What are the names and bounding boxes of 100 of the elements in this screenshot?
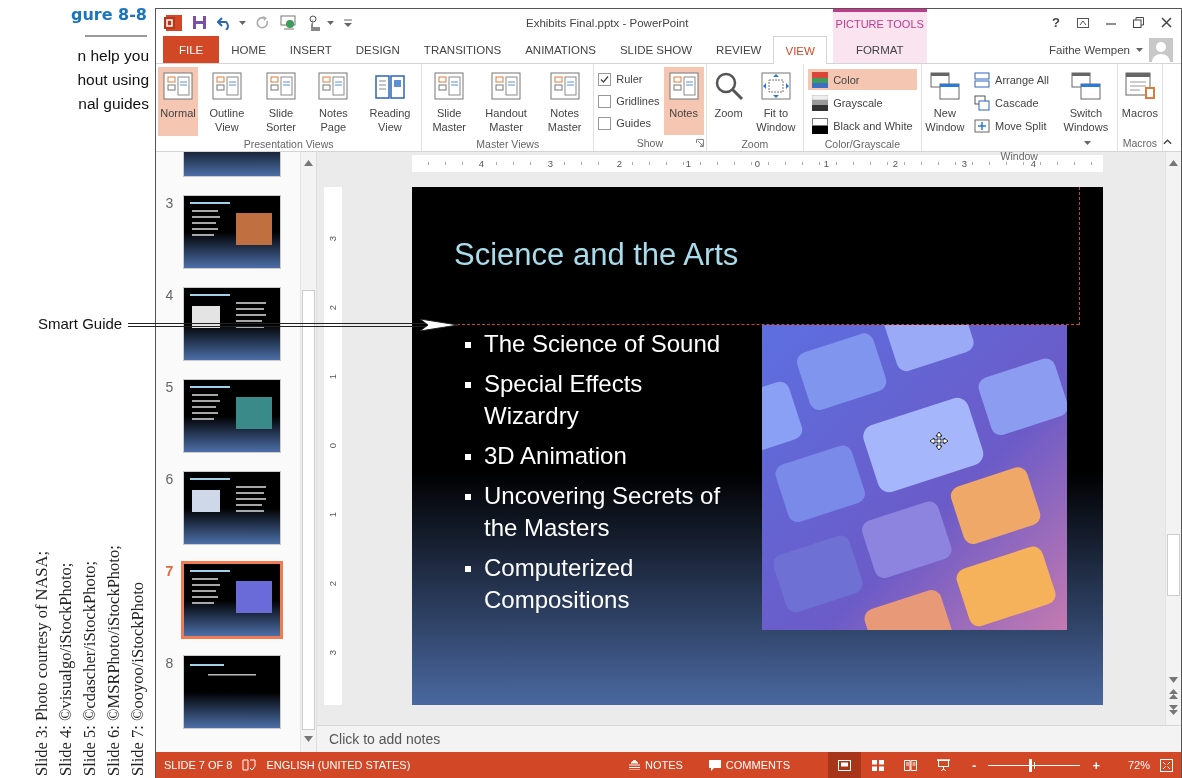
ribbon-button[interactable]: Reading View (360, 67, 420, 136)
zoom-out-button[interactable]: - (970, 757, 979, 773)
photo-credit: Slide 4: ©visualgo/iStockPhoto; (55, 561, 76, 776)
ribbon-button[interactable]: Slide Sorter (255, 67, 307, 136)
help-button[interactable]: ? (1052, 15, 1060, 30)
group-label: Presentation Views (243, 137, 334, 150)
checkbox-option[interactable]: Guides (598, 113, 660, 133)
ribbon-button[interactable]: Notes Master (538, 67, 592, 136)
ribbon-button[interactable]: Notes Page (308, 67, 359, 136)
notes-field[interactable]: Click to add notes (317, 726, 1181, 752)
ribbon-button[interactable]: Switch Windows (1056, 67, 1115, 150)
view-button[interactable] (828, 752, 862, 778)
ribbon-tab[interactable]: FORMAT (832, 36, 927, 63)
scrollbar[interactable] (1165, 152, 1181, 725)
ribbon-tab[interactable]: SLIDE SHOW (607, 36, 705, 63)
ribbon-tab[interactable]: VIEW (773, 36, 827, 64)
next-slide-icon[interactable] (1169, 705, 1178, 715)
slide-thumbnail[interactable] (183, 379, 281, 453)
ribbon-button[interactable]: Notes (663, 67, 704, 135)
ribbon-tab[interactable]: ANIMATIONS (513, 36, 608, 63)
ribbon-display-icon[interactable] (1077, 17, 1089, 28)
scroll-up-icon[interactable] (304, 160, 313, 166)
ribbon-button[interactable]: Black and White (808, 115, 917, 136)
normal-view-icon (838, 759, 852, 771)
scroll-thumb[interactable] (1167, 534, 1180, 596)
bullet-text[interactable]: Computerized Compositions (484, 552, 740, 616)
checkbox[interactable] (598, 72, 612, 86)
bullet-text[interactable]: Special Effects Wizardry (484, 368, 740, 432)
fit-slide-icon[interactable] (1160, 758, 1173, 772)
collapse-ribbon-icon[interactable] (1162, 139, 1172, 145)
close-icon[interactable] (1161, 17, 1172, 28)
language-indicator[interactable]: ENGLISH (UNITED STATES) (266, 759, 411, 771)
slide-thumbnail[interactable] (181, 561, 283, 639)
previous-slide-icon[interactable] (1169, 689, 1178, 699)
group-label: Master Views (476, 137, 540, 150)
restore-icon[interactable] (1133, 17, 1144, 28)
bullet-text[interactable]: 3D Animation (484, 440, 627, 472)
slide[interactable]: Science and the Arts The Science of Sound Special Effects Wizardry 3D Animation Uncovering Secrets of the Masters Computerized Compositions (412, 187, 1103, 705)
hand-icon[interactable] (308, 14, 321, 31)
ribbon-button[interactable]: Outline View (200, 67, 254, 136)
ribbon-button[interactable]: Normal (158, 67, 198, 136)
scrollbar[interactable] (300, 152, 316, 752)
reading-view-icon (904, 759, 918, 771)
scroll-down-icon[interactable] (1169, 677, 1178, 683)
ribbon-button[interactable]: Grayscale (808, 92, 917, 113)
move-cursor-icon (930, 432, 948, 450)
checkbox[interactable] (598, 116, 612, 130)
notes-button[interactable]: NOTES (620, 759, 691, 771)
ribbon-tab[interactable]: DESIGN (343, 36, 412, 63)
ribbon-button[interactable]: Arrange All (970, 69, 1053, 90)
comments-button[interactable]: COMMENTS (700, 759, 799, 771)
checkbox[interactable] (598, 94, 612, 108)
ribbon-button[interactable]: New Window (923, 67, 967, 150)
slide-thumbnail[interactable] (183, 655, 281, 729)
slide-thumbnail[interactable] (183, 195, 281, 269)
zoom-percentage[interactable]: 72% (1127, 759, 1150, 771)
checkbox-option[interactable]: Gridlines (598, 91, 660, 111)
ribbon-tab[interactable]: REVIEW (704, 36, 774, 63)
ribbon-button[interactable]: Color (808, 69, 917, 90)
ribbon-button[interactable]: Slide Master (424, 67, 475, 136)
ribbon-tab[interactable]: TRANSITIONS (411, 36, 514, 63)
checkbox-option[interactable]: Ruler (598, 69, 660, 89)
scroll-up-icon[interactable] (1169, 160, 1178, 166)
app-logo-icon[interactable] (164, 14, 182, 31)
slide-thumbnail[interactable] (183, 471, 281, 545)
bullet-text[interactable]: The Science of Sound (484, 328, 721, 360)
ruler-number: 0 (752, 158, 763, 169)
dialog-launcher-icon[interactable] (695, 139, 704, 147)
presenter-icon[interactable] (280, 15, 298, 30)
slide-indicator[interactable]: SLIDE 7 OF 8 (164, 759, 233, 771)
slide-thumbnail[interactable] (183, 287, 281, 361)
scroll-thumb[interactable] (302, 290, 315, 730)
slide-number: 8 (165, 655, 174, 671)
ruler-number: 1 (683, 158, 694, 169)
ribbon-button[interactable]: Fit to Window (750, 67, 802, 136)
zoom-slider-thumb[interactable] (1028, 758, 1032, 772)
ruler-number: 3 (327, 235, 339, 242)
layout-icon (317, 70, 350, 102)
comment-icon (708, 759, 721, 771)
ruler-number: 2 (614, 158, 625, 169)
bullet-icon (465, 454, 471, 460)
ruler-number: 2 (890, 158, 901, 169)
ribbon-button[interactable]: Macros (1119, 67, 1160, 135)
redo-icon[interactable] (256, 15, 270, 30)
slide-title[interactable]: Science and the Arts (454, 235, 1103, 275)
ribbon-button[interactable]: Zoom (708, 67, 749, 136)
ribbon-button[interactable]: Move Split (970, 115, 1053, 136)
ribbon-tab[interactable]: INSERT (277, 36, 344, 63)
scroll-down-icon[interactable] (304, 736, 313, 742)
account-button[interactable]: Faithe Wempen (1043, 36, 1149, 63)
proofing-icon[interactable] (242, 759, 257, 771)
ribbon-button[interactable]: Cascade (970, 92, 1053, 113)
bullet-text[interactable]: Uncovering Secrets of the Masters (484, 480, 740, 544)
ribbon-button[interactable]: Handout Master (476, 67, 537, 136)
zoom-in-button[interactable]: + (1090, 757, 1102, 773)
file-tab[interactable]: FILE (163, 36, 220, 63)
ruler-number: 1 (327, 373, 339, 380)
customize-icon[interactable] (344, 18, 352, 27)
ribbon-tab[interactable]: HOME (219, 36, 278, 63)
slide-number: 4 (165, 287, 174, 303)
